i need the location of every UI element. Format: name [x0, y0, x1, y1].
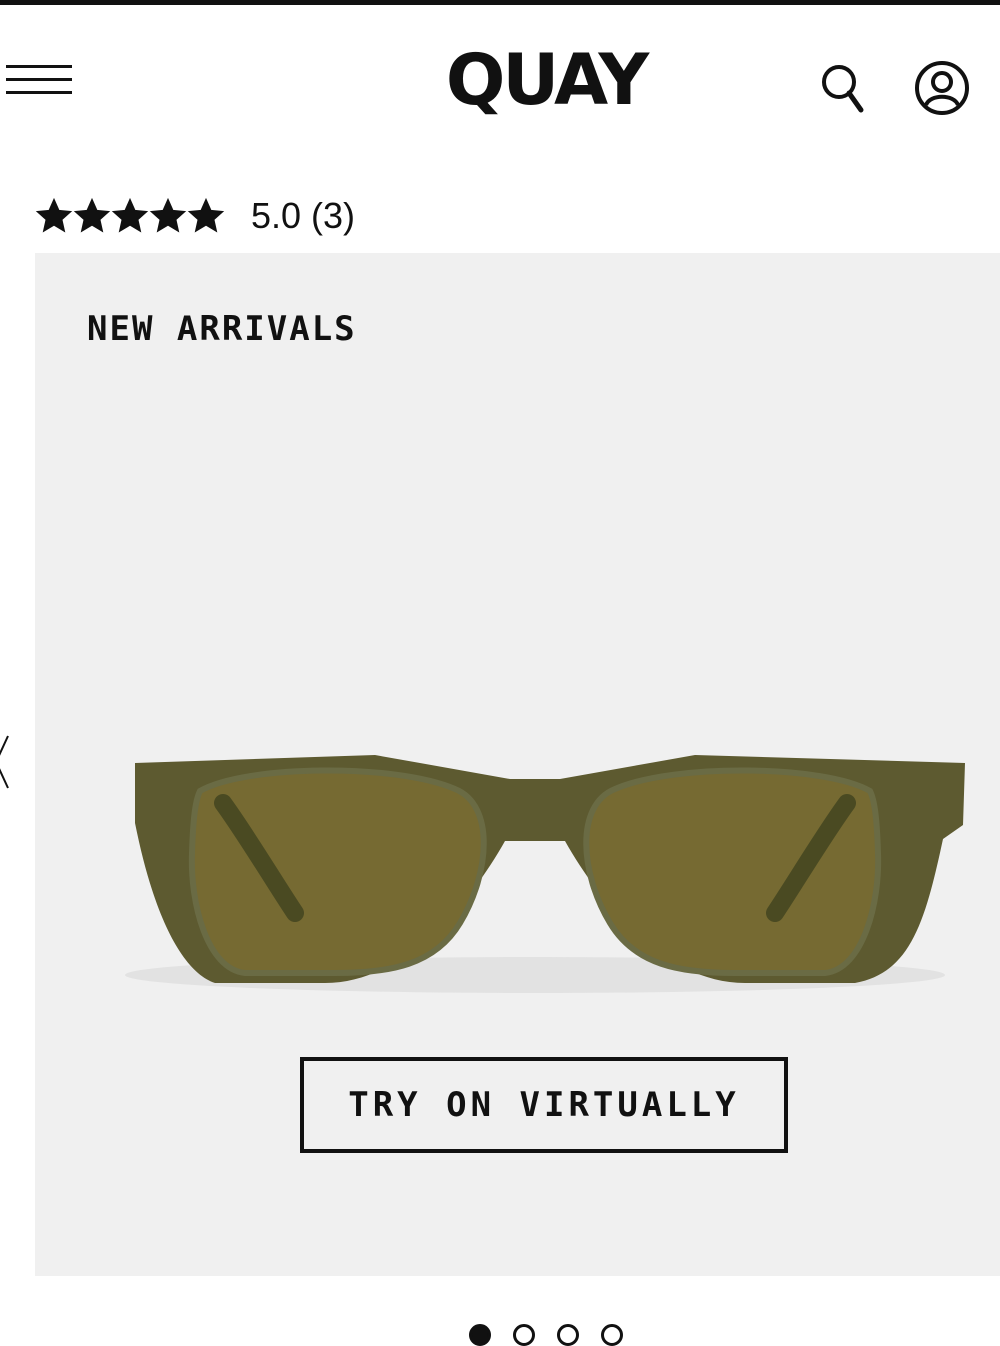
star-icon — [187, 197, 225, 233]
brand-logo[interactable]: QUAY — [430, 40, 662, 120]
carousel-pagination — [469, 1320, 629, 1346]
star-icon — [111, 197, 149, 233]
previous-image-button[interactable] — [0, 730, 12, 794]
account-button[interactable] — [912, 58, 972, 118]
account-icon — [915, 61, 969, 115]
menu-button[interactable] — [6, 62, 72, 96]
hamburger-line — [6, 91, 72, 94]
new-arrivals-badge: NEW ARRIVALS — [87, 309, 357, 349]
hamburger-line — [6, 78, 72, 81]
chevron-left-icon — [0, 735, 9, 789]
rating-stars — [35, 197, 225, 235]
product-gallery[interactable]: NEW ARRIVALS TRY ON VIRTUALLY — [35, 253, 1000, 1276]
star-icon — [73, 197, 111, 233]
carousel-dot[interactable] — [469, 1324, 491, 1346]
search-button[interactable] — [818, 60, 868, 116]
product-image-sunglasses — [125, 755, 965, 993]
search-icon — [822, 65, 864, 113]
star-icon — [35, 197, 73, 233]
carousel-dot[interactable] — [513, 1324, 535, 1346]
star-icon — [149, 197, 187, 233]
product-rating[interactable]: 5.0 (3) — [35, 190, 355, 242]
top-border — [0, 0, 1000, 5]
hamburger-menu-icon — [6, 65, 72, 68]
carousel-dot[interactable] — [601, 1324, 623, 1346]
try-on-virtually-button[interactable]: TRY ON VIRTUALLY — [300, 1057, 788, 1153]
carousel-dot[interactable] — [557, 1324, 579, 1346]
rating-text: 5.0 (3) — [251, 195, 356, 236]
